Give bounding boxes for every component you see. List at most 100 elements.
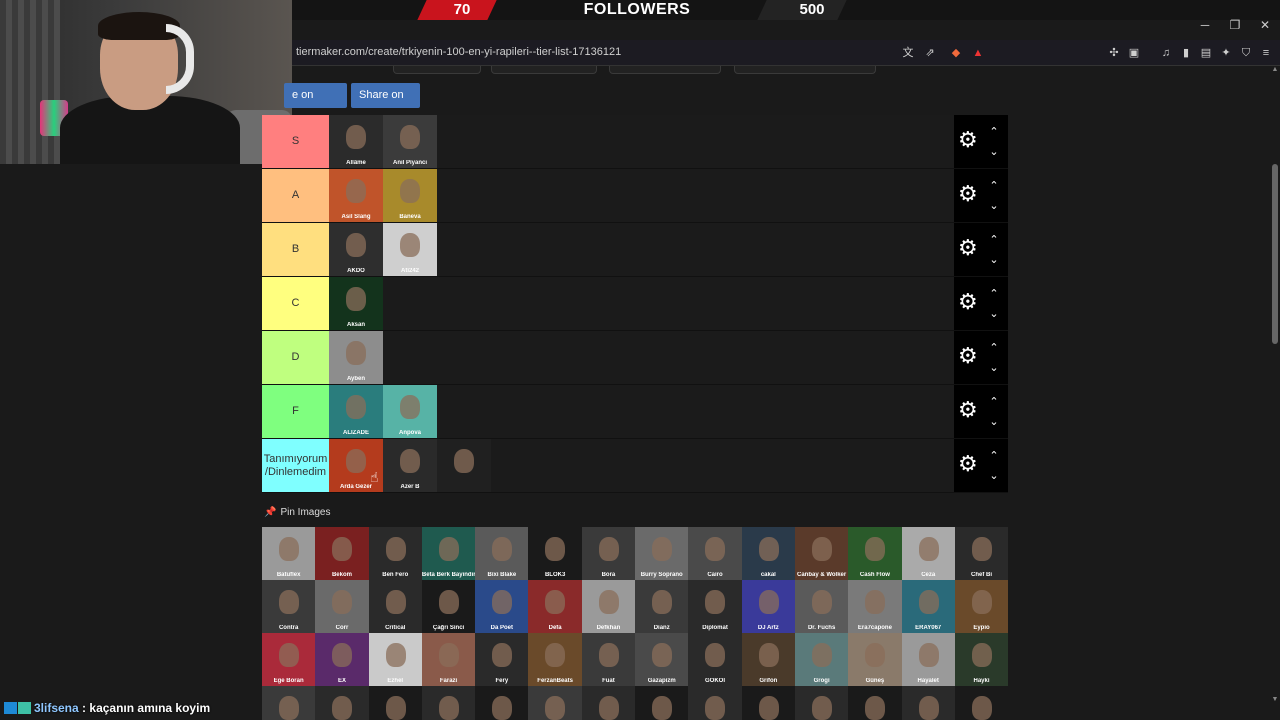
tier-label[interactable]: Tanımıyorum /Dinlemedim xyxy=(262,439,329,492)
gear-icon[interactable]: ⚙ xyxy=(958,399,978,421)
chevron-up-icon[interactable]: ⌃ xyxy=(988,125,1000,138)
pool-tile[interactable]: Farazi xyxy=(421,633,476,686)
pool-tile[interactable]: Ezhel xyxy=(368,633,422,686)
top-button-1[interactable] xyxy=(393,66,481,74)
chevron-up-icon[interactable]: ⌃ xyxy=(988,179,1000,192)
pool-tile[interactable]: Bora xyxy=(581,527,636,580)
pool-tile[interactable]: Chef Bi xyxy=(954,527,1009,580)
chevron-up-icon[interactable]: ⌃ xyxy=(988,287,1000,300)
chevron-down-icon[interactable]: ⌄ xyxy=(988,253,1000,266)
pool-tile[interactable] xyxy=(954,686,1009,720)
pool-tile[interactable]: Canbay & Wolker xyxy=(794,527,849,580)
pool-tile[interactable]: Fery xyxy=(475,633,529,686)
tier-tile[interactable]: Asil Slang xyxy=(329,169,383,222)
gear-icon[interactable]: ⚙ xyxy=(958,345,978,367)
pool-tile[interactable]: Defa xyxy=(528,580,582,633)
pool-tile[interactable]: Bekom xyxy=(315,527,369,580)
pool-tile[interactable]: Çağrı Sinci xyxy=(421,580,476,633)
pool-tile[interactable]: Bixi Blake xyxy=(475,527,529,580)
pool-tile[interactable]: Corr xyxy=(315,580,369,633)
chevron-down-icon[interactable]: ⌄ xyxy=(988,361,1000,374)
chevron-up-icon[interactable]: ⌃ xyxy=(988,449,1000,462)
tier-tile[interactable]: Anpova xyxy=(383,385,437,438)
gear-icon[interactable]: ⚙ xyxy=(958,291,978,313)
menu-icon[interactable]: ≡ xyxy=(1258,45,1274,61)
wallet-icon[interactable]: ▤ xyxy=(1198,45,1214,61)
top-button-2[interactable] xyxy=(491,66,597,74)
tier-tile[interactable]: Anıl Piyancı xyxy=(383,115,437,168)
tier-tile[interactable]: Ati242 xyxy=(383,223,437,276)
gear-icon[interactable]: ⚙ xyxy=(958,183,978,205)
pool-tile[interactable] xyxy=(315,686,369,720)
pool-tile[interactable]: Cairo xyxy=(688,527,742,580)
pool-tile[interactable]: Hayki xyxy=(954,633,1009,686)
gear-icon[interactable]: ⚙ xyxy=(958,453,978,475)
page-scrollbar[interactable]: ▲ ▼ xyxy=(1270,66,1280,706)
pool-tile[interactable] xyxy=(368,686,422,720)
close-window-button[interactable]: ✕ xyxy=(1254,18,1276,36)
pool-tile[interactable]: cakal xyxy=(741,527,795,580)
top-button-3[interactable] xyxy=(609,66,721,74)
rewards-icon[interactable]: ▲ xyxy=(970,45,986,61)
pool-tile[interactable]: DJ Artz xyxy=(741,580,795,633)
pool-tile[interactable] xyxy=(794,686,849,720)
scroll-up-icon[interactable]: ▲ xyxy=(1270,66,1280,76)
chevron-up-icon[interactable]: ⌃ xyxy=(988,395,1000,408)
pool-tile[interactable]: Ege Boran xyxy=(262,633,316,686)
pool-tile[interactable]: Eypio xyxy=(954,580,1009,633)
pool-tile[interactable] xyxy=(528,686,582,720)
pool-tile[interactable] xyxy=(848,686,902,720)
pool-tile[interactable]: Diplomat xyxy=(688,580,742,633)
tier-label[interactable]: D xyxy=(262,331,329,384)
music-icon[interactable]: ♫ xyxy=(1158,45,1174,61)
chevron-up-icon[interactable]: ⌃ xyxy=(988,341,1000,354)
share-icon[interactable]: ⇗ xyxy=(922,45,938,61)
tier-label[interactable]: F xyxy=(262,385,329,438)
pool-tile[interactable]: Era7capone xyxy=(848,580,902,633)
chevron-down-icon[interactable]: ⌄ xyxy=(988,307,1000,320)
tier-tile[interactable]: Baneva xyxy=(383,169,437,222)
scrollbar-thumb[interactable] xyxy=(1272,164,1278,344)
scroll-down-icon[interactable]: ▼ xyxy=(1270,696,1280,706)
pool-tile[interactable]: Fuat xyxy=(581,633,636,686)
share-fb-button[interactable]: Share on FB xyxy=(351,83,420,126)
tier-tile[interactable]: AKDO xyxy=(329,223,383,276)
leo-icon[interactable]: ✦ xyxy=(1218,45,1234,61)
vpn-icon[interactable]: ⛉ xyxy=(1238,45,1254,61)
chevron-down-icon[interactable]: ⌄ xyxy=(988,199,1000,212)
pool-tile[interactable]: Hayalet xyxy=(901,633,955,686)
pool-tile[interactable] xyxy=(421,686,476,720)
pool-tile[interactable]: Da Poet xyxy=(475,580,529,633)
tier-tile[interactable] xyxy=(437,439,491,492)
pool-tile[interactable] xyxy=(581,686,636,720)
tier-label[interactable]: A xyxy=(262,169,329,222)
gear-icon[interactable]: ⚙ xyxy=(958,129,978,151)
translate-icon[interactable]: 文 xyxy=(900,45,916,61)
maximize-button[interactable]: ❐ xyxy=(1224,18,1246,36)
pool-tile[interactable]: Grifon xyxy=(741,633,795,686)
pool-tile[interactable]: Burry Soprano xyxy=(635,527,689,580)
pool-tile[interactable]: Batuflex xyxy=(262,527,316,580)
pool-tile[interactable]: Güneş xyxy=(848,633,902,686)
address-bar[interactable]: tiermaker.com/create/trkiyenin-100-en-yi… xyxy=(292,40,1280,66)
chevron-down-icon[interactable]: ⌄ xyxy=(988,145,1000,158)
pool-tile[interactable]: Contra xyxy=(262,580,316,633)
chevron-up-icon[interactable]: ⌃ xyxy=(988,233,1000,246)
pool-tile[interactable]: Defkhan xyxy=(581,580,636,633)
brave-shield-icon[interactable]: ◆ xyxy=(948,45,964,61)
pool-tile[interactable]: Gazapizm xyxy=(635,633,689,686)
chevron-down-icon[interactable]: ⌄ xyxy=(988,469,1000,482)
pool-tile[interactable]: Critical xyxy=(368,580,422,633)
extensions-icon[interactable]: ✣ xyxy=(1106,45,1122,61)
tier-label[interactable]: S xyxy=(262,115,329,168)
pool-tile[interactable]: ERAY067 xyxy=(901,580,955,633)
pool-tile[interactable] xyxy=(475,686,529,720)
pool-tile[interactable]: Ben Fero xyxy=(368,527,422,580)
pin-images-toggle[interactable]: 📌 Pin Images xyxy=(264,507,330,518)
pool-tile[interactable]: Grogi xyxy=(794,633,849,686)
pool-tile[interactable]: Cash Flow xyxy=(848,527,902,580)
pool-tile[interactable] xyxy=(901,686,955,720)
url-text[interactable]: tiermaker.com/create/trkiyenin-100-en-yi… xyxy=(296,46,621,58)
tier-tile[interactable]: Aksan xyxy=(329,277,383,330)
tier-tile[interactable]: ALIZADE xyxy=(329,385,383,438)
